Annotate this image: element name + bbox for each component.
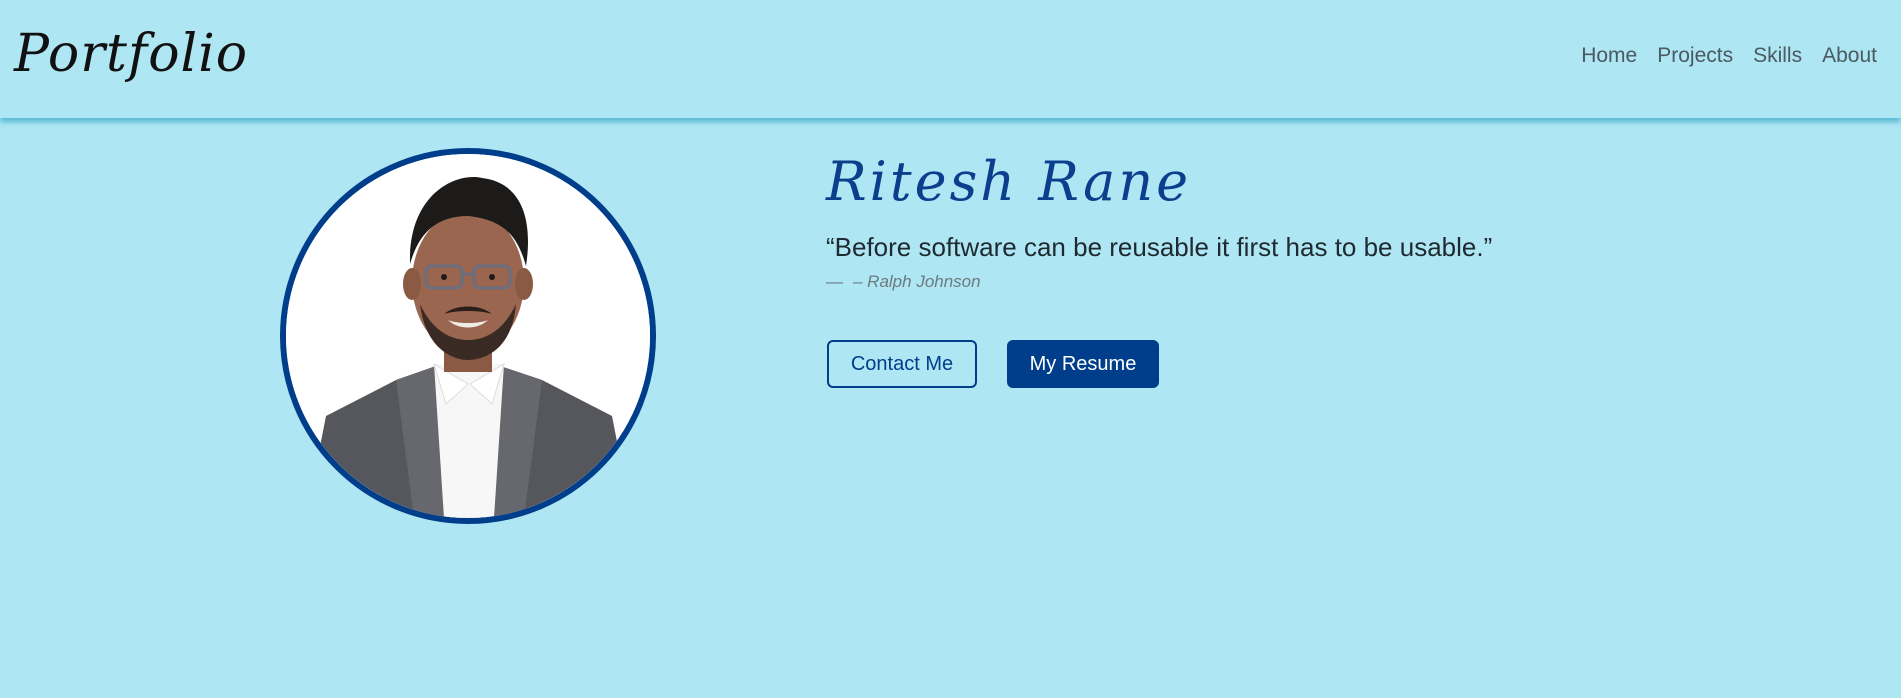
contact-me-button[interactable]: Contact Me — [827, 340, 977, 388]
nav-link-projects[interactable]: Projects — [1657, 44, 1733, 68]
quote-author: – Ralph Johnson — [853, 272, 981, 291]
my-resume-button[interactable]: My Resume — [1007, 340, 1159, 388]
brand-logo[interactable]: Portfolio — [14, 24, 248, 84]
quote-text: “Before software can be reusable it firs… — [826, 232, 1493, 262]
hero-name: Ritesh Rane — [826, 150, 1192, 213]
profile-photo-illustration — [286, 154, 650, 518]
nav-link-skills[interactable]: Skills — [1753, 44, 1802, 68]
nav-links: Home Projects Skills About — [1561, 44, 1877, 68]
nav-link-home[interactable]: Home — [1581, 44, 1637, 68]
nav-link-about[interactable]: About — [1822, 44, 1877, 68]
profile-photo — [280, 148, 656, 524]
quote-footer: — – Ralph Johnson — [826, 272, 981, 292]
navbar: Portfolio Home Projects Skills About — [0, 0, 1901, 118]
quote-dash: — — [826, 272, 843, 291]
